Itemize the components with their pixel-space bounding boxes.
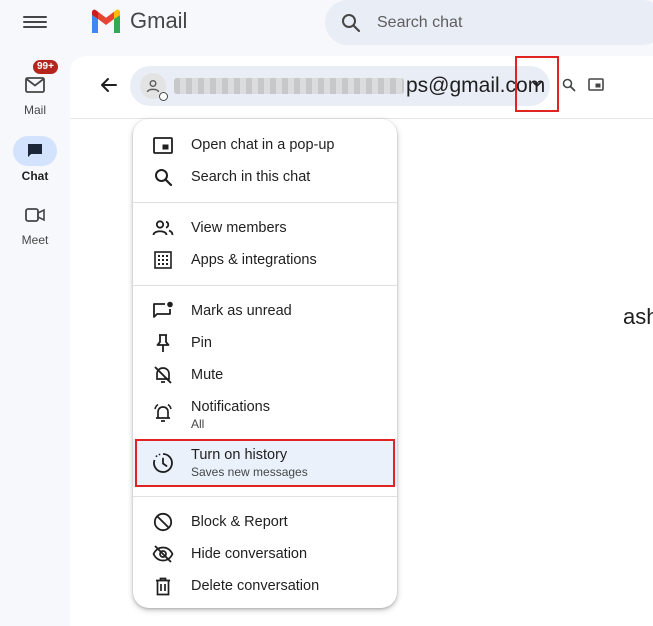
rail-item-mail[interactable]: 99+ Mail	[0, 60, 70, 117]
menu-item-notifications[interactable]: Notifications All	[133, 391, 397, 439]
search-icon	[154, 168, 172, 186]
menu-item-mute[interactable]: Mute	[133, 359, 397, 391]
menu-divider	[133, 285, 397, 286]
bell-ring-icon	[154, 403, 172, 422]
main-menu-icon[interactable]	[23, 13, 47, 31]
menu-item-hide-conversation[interactable]: Hide conversation	[133, 538, 397, 570]
menu-item-turn-on-history[interactable]: Turn on history Saves new messages	[133, 439, 397, 487]
menu-item-label: View members	[191, 220, 287, 236]
message-text-fragment: ash	[623, 304, 653, 329]
arrow-back-icon	[101, 78, 117, 92]
block-icon	[153, 512, 173, 532]
navigation-rail: 99+ Mail Chat Meet	[0, 0, 70, 614]
menu-item-label: Mute	[191, 367, 224, 383]
rail-item-chat[interactable]: Chat	[0, 136, 70, 183]
menu-item-label: Mark as unread	[191, 303, 292, 319]
mute-bell-icon	[154, 366, 172, 384]
picture-in-picture-icon	[588, 78, 604, 91]
search-icon	[342, 13, 361, 32]
chat-options-menu: Open chat in a pop-up Search in this cha…	[133, 119, 397, 608]
menu-item-label: Search in this chat	[191, 169, 311, 185]
menu-item-apps-integrations[interactable]: Apps & integrations	[133, 244, 397, 276]
menu-divider	[133, 496, 397, 497]
apps-grid-icon	[154, 251, 172, 269]
menu-item-sublabel: All	[191, 417, 205, 431]
chat-options-dropdown-button[interactable]	[515, 56, 559, 112]
top-bar: Gmail Search chat	[70, 0, 653, 50]
people-icon	[152, 220, 174, 236]
back-button[interactable]	[100, 76, 118, 99]
app-name: Gmail	[130, 8, 188, 33]
menu-item-open-popup[interactable]: Open chat in a pop-up	[133, 129, 397, 161]
rail-item-label: Mail	[23, 103, 46, 117]
menu-item-label: Pin	[191, 335, 212, 351]
rail-item-label: Meet	[21, 233, 49, 247]
search-icon	[562, 78, 576, 92]
search-chat-button[interactable]	[562, 78, 576, 97]
eye-off-icon	[152, 545, 174, 563]
video-camera-icon	[25, 208, 45, 222]
menu-item-label: Turn on history	[191, 447, 288, 463]
gmail-m-icon	[92, 9, 120, 33]
redacted-email	[174, 78, 404, 94]
menu-item-search-in-chat[interactable]: Search in this chat	[133, 161, 397, 193]
menu-item-pin[interactable]: Pin	[133, 327, 397, 359]
search-input[interactable]: Search chat	[377, 14, 462, 32]
menu-item-sublabel: Saves new messages	[191, 465, 308, 479]
mail-icon	[25, 77, 45, 93]
menu-item-label: Hide conversation	[191, 546, 308, 562]
menu-item-label: Block & Report	[191, 514, 288, 530]
person-icon	[146, 80, 160, 93]
menu-item-mark-unread[interactable]: Mark as unread	[133, 295, 397, 327]
history-icon	[153, 453, 173, 473]
trash-icon	[156, 577, 170, 595]
popup-chat-button[interactable]	[588, 78, 604, 96]
menu-item-delete-conversation[interactable]: Delete conversation	[133, 570, 397, 602]
picture-in-picture-icon	[153, 136, 173, 154]
menu-item-view-members[interactable]: View members	[133, 212, 397, 244]
mark-unread-icon	[153, 301, 173, 318]
menu-item-label: Notifications	[191, 399, 270, 415]
menu-item-label: Delete conversation	[191, 578, 320, 594]
chat-header-chip[interactable]: ps@gmail.com	[130, 66, 550, 106]
rail-item-meet[interactable]: Meet	[0, 200, 70, 247]
menu-item-label: Apps & integrations	[191, 252, 317, 268]
unread-badge: 99+	[33, 60, 58, 74]
menu-item-block-report[interactable]: Block & Report	[133, 506, 397, 538]
chat-icon	[28, 144, 42, 157]
search-bar[interactable]: Search chat	[325, 0, 653, 45]
avatar	[140, 73, 168, 101]
menu-item-label: Open chat in a pop-up	[191, 137, 335, 153]
rail-item-label: Chat	[21, 169, 49, 183]
gmail-logo[interactable]: Gmail	[90, 8, 187, 34]
pin-icon	[156, 334, 170, 352]
menu-divider	[133, 202, 397, 203]
chevron-down-icon	[532, 80, 542, 87]
